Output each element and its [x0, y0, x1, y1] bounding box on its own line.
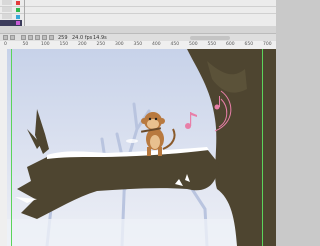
layer-color-icon[interactable] — [16, 1, 20, 5]
guide-line[interactable] — [11, 49, 12, 246]
layer-color-icon[interactable] — [16, 15, 20, 19]
ruler-tick-label: 100 — [41, 42, 50, 47]
edit-multiple-frames-icon[interactable] — [49, 35, 54, 40]
timeline-frames-area[interactable] — [0, 26, 276, 33]
stage-canvas[interactable] — [7, 49, 276, 246]
loop-icon[interactable] — [28, 35, 33, 40]
onion-skin-outline-icon[interactable] — [42, 35, 47, 40]
ruler-tick-label: 500 — [189, 42, 198, 47]
ruler-tick-label: 650 — [244, 42, 254, 47]
layer-color-icon[interactable] — [16, 8, 20, 12]
ruler-tick-label: 50 — [22, 42, 29, 47]
ruler-tick-label: 550 — [207, 42, 217, 47]
ruler-tick-label: 400 — [152, 42, 161, 47]
layer-name[interactable] — [2, 7, 12, 12]
timeline-scrollbar[interactable] — [190, 36, 230, 40]
ruler-tick-label: 350 — [133, 42, 143, 47]
onion-skin-icon[interactable] — [35, 35, 40, 40]
add-layer-button[interactable] — [3, 35, 8, 40]
ruler-tick-label: 200 — [78, 42, 87, 47]
layer-name[interactable] — [2, 0, 12, 5]
timeline-panel — [0, 0, 276, 26]
layer-color-icon[interactable] — [16, 21, 20, 25]
play-icon[interactable] — [21, 35, 26, 40]
layer-row[interactable] — [0, 0, 276, 7]
ruler-tick-label: 450 — [170, 42, 180, 47]
scene-artwork — [7, 49, 276, 246]
guide-line[interactable] — [262, 49, 263, 246]
ruler-tick-label: 250 — [96, 42, 106, 47]
ruler-tick-label: 700 — [263, 42, 272, 47]
layer-name[interactable] — [2, 14, 12, 19]
ruler-tick-label: 0 — [4, 42, 7, 47]
add-folder-button[interactable] — [10, 35, 15, 40]
ruler-tick-label: 600 — [226, 42, 235, 47]
ruler-tick-label: 300 — [115, 42, 124, 47]
ruler-tick-label: 150 — [59, 42, 69, 47]
playhead-column — [24, 0, 25, 26]
layer-row[interactable] — [0, 7, 276, 14]
